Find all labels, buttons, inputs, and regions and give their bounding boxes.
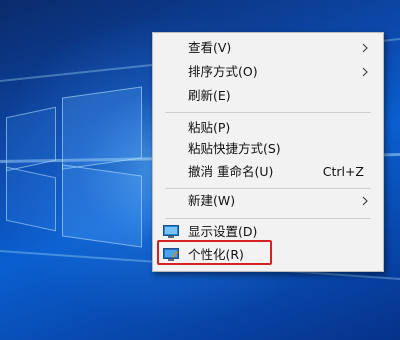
menu-item-label: 排序方式(O) [188, 64, 258, 79]
highlight-box [157, 240, 272, 265]
wallpaper-logo-pane [6, 106, 56, 172]
menu-separator [165, 218, 371, 219]
menu-item-refresh[interactable]: 刷新(E) [153, 84, 383, 108]
menu-item-shortcut: Ctrl+Z [322, 164, 364, 179]
menu-item-paste-shortcut[interactable]: 粘贴快捷方式(S) [153, 137, 383, 161]
menu-item-label: 查看(V) [188, 40, 232, 55]
display-settings-icon [163, 225, 179, 238]
chevron-right-icon [362, 43, 368, 53]
chevron-right-icon [362, 196, 368, 206]
chevron-right-icon [362, 67, 368, 77]
menu-item-label: 刷新(E) [188, 88, 231, 103]
wallpaper-logo-pane [62, 164, 142, 248]
menu-item-label: 新建(W) [188, 193, 236, 208]
menu-item-label: 粘贴快捷方式(S) [188, 141, 281, 156]
wallpaper-logo-pane [62, 86, 142, 170]
menu-item-new[interactable]: 新建(W) [153, 189, 383, 213]
wallpaper-logo-pane [6, 166, 56, 232]
menu-item-label: 撤消 重命名(U) [188, 164, 274, 179]
menu-separator [165, 112, 371, 113]
menu-item-view[interactable]: 查看(V) [153, 36, 383, 60]
desktop-context-menu: 查看(V) 排序方式(O) 刷新(E) 粘贴(P) 粘贴快捷方式(S) 撤消 重… [152, 32, 384, 272]
menu-item-sort-by[interactable]: 排序方式(O) [153, 60, 383, 84]
menu-item-undo-rename[interactable]: 撤消 重命名(U) Ctrl+Z [153, 160, 383, 184]
